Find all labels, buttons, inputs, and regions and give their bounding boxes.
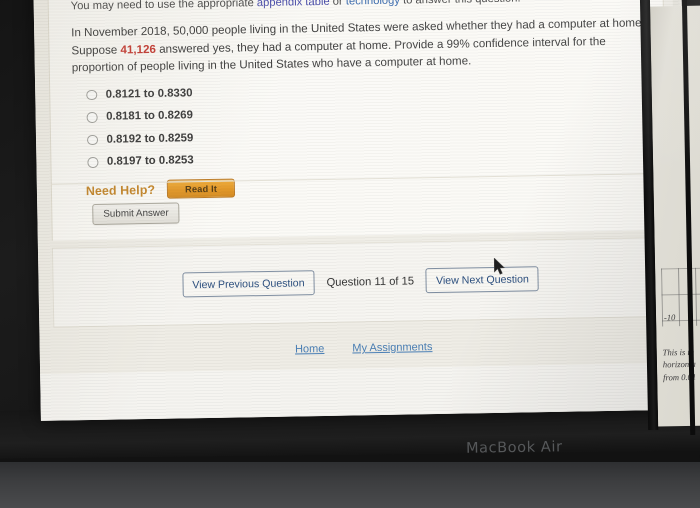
question-highlight-number: 41,126 — [120, 42, 157, 57]
radio-icon[interactable] — [86, 134, 98, 146]
side-page-note-line-2: horizonta — [662, 359, 696, 370]
option-row-2[interactable]: 0.8181 to 0.8269 — [86, 102, 647, 124]
option-label-3: 0.8192 to 0.8259 — [106, 132, 194, 146]
view-next-question-button[interactable]: View Next Question — [425, 266, 540, 294]
appendix-table-link[interactable]: appendix table — [257, 0, 330, 9]
technology-link[interactable]: technology — [346, 0, 400, 8]
option-row-1[interactable]: 0.8121 to 0.8330 — [86, 79, 646, 101]
side-page-note-line-3: from 0.01 — [662, 371, 697, 383]
laptop-screen: MY NOTES ASK YOUR TEACHER PRACTICE ANOTH… — [33, 0, 689, 421]
my-assignments-link[interactable]: My Assignments — [352, 341, 432, 354]
webassign-page: MY NOTES ASK YOUR TEACHER PRACTICE ANOTH… — [33, 0, 689, 421]
photo-scene: MY NOTES ASK YOUR TEACHER PRACTICE ANOTH… — [0, 0, 700, 508]
radio-icon[interactable] — [87, 157, 99, 168]
appendix-hint: You may need to use the appropriate appe… — [71, 0, 645, 14]
answer-options: 0.8121 to 0.8330 0.8181 to 0.8269 0.8192… — [86, 79, 647, 168]
question-card: You may need to use the appropriate appe… — [47, 0, 668, 241]
footer-links: Home My Assignments — [40, 337, 688, 360]
desk-shelf — [0, 462, 700, 508]
option-row-3[interactable]: 0.8192 to 0.8259 — [86, 124, 647, 146]
side-page-note-line-1: This is th — [662, 346, 695, 358]
question-navigation-panel: View Previous Question Question 11 of 15… — [51, 236, 670, 328]
question-body: In November 2018, 50,000 people living i… — [71, 14, 646, 77]
option-label-4: 0.8197 to 0.8253 — [106, 154, 194, 169]
home-link[interactable]: Home — [295, 343, 325, 356]
hint-mid-text: or — [329, 0, 346, 8]
side-page-note: This is th horizonta from 0.01 — [663, 345, 700, 383]
option-label-1: 0.8121 to 0.8330 — [105, 87, 193, 101]
need-help-row: Need Help? Read It — [86, 172, 648, 201]
option-row-4[interactable]: 0.8197 to 0.8253 — [87, 147, 647, 169]
question-navigation-row: View Previous Question Question 11 of 15… — [53, 264, 667, 300]
submit-answer-button[interactable]: Submit Answer — [92, 202, 180, 226]
hint-suffix-text: to answer this question. — [400, 0, 521, 7]
view-previous-question-button[interactable]: View Previous Question — [182, 270, 315, 298]
question-counter: Question 11 of 15 — [326, 274, 415, 289]
hint-prefix-text: You may need to use the appropriate — [70, 0, 257, 13]
option-label-2: 0.8181 to 0.8269 — [106, 109, 194, 124]
need-help-label: Need Help? — [85, 182, 156, 199]
radio-icon[interactable] — [86, 112, 98, 123]
submit-row: Submit Answer — [92, 202, 180, 226]
radio-icon[interactable] — [86, 89, 97, 101]
side-page-axis-label: -10 — [663, 312, 676, 323]
